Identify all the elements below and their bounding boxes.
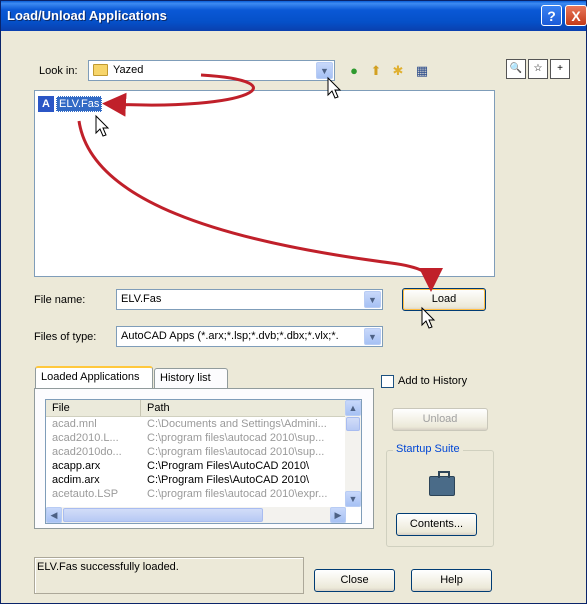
scroll-thumb[interactable] [346,417,360,431]
briefcase-icon[interactable] [429,471,455,496]
file-name-combo[interactable]: ELV.Fas ▼ [116,289,383,310]
horizontal-scrollbar[interactable]: ◀ ▶ [46,507,346,523]
favorites-icon[interactable]: ☆ [528,59,548,79]
loaded-applications-panel: File Path acad.mnl C:\Documents and Sett… [34,388,374,529]
row-file: acad2010do... [52,446,122,458]
contents-button[interactable]: Contents... [396,513,477,536]
row-file: acad.mnl [52,418,97,430]
status-text: ELV.Fas successfully loaded. [37,561,179,573]
table-row[interactable]: acad2010do... C:\program files\autocad 2… [46,446,346,460]
column-header-file[interactable]: File [46,400,141,416]
startup-suite-label: Startup Suite [393,443,463,455]
row-file: acad2010.L... [52,432,119,444]
table-row[interactable]: acad2010.L... C:\program files\autocad 2… [46,432,346,446]
find-icon[interactable]: 🔍 [506,59,526,79]
close-title-button[interactable]: X [565,5,587,26]
help-button[interactable]: Help [411,569,492,592]
help-title-button[interactable]: ? [541,5,562,26]
load-button[interactable]: Load [402,288,486,311]
look-in-combo[interactable]: Yazed ▼ [88,60,335,81]
file-item[interactable]: A ELV.Fas [38,95,103,112]
add-to-history-label: Add to History [398,375,468,387]
tab-loaded-applications[interactable]: Loaded Applications [35,366,153,389]
file-list[interactable]: A ELV.Fas [34,90,495,277]
file-type-combo[interactable]: AutoCAD Apps (*.arx;*.lsp;*.dvb;*.dbx;*.… [116,326,383,347]
chevron-down-icon[interactable]: ▼ [364,328,381,345]
scroll-thumb[interactable] [63,508,263,522]
folder-icon [93,64,108,76]
tab-history-list[interactable]: History list [154,368,228,389]
table-row[interactable]: acdim.arx C:\Program Files\AutoCAD 2010\ [46,474,346,488]
chevron-down-icon[interactable]: ▼ [316,62,333,79]
file-name-label: File name: [34,294,86,306]
window-title: Load/Unload Applications [7,8,167,23]
table-row[interactable]: acetauto.LSP C:\program files\autocad 20… [46,488,346,502]
file-type-value: AutoCAD Apps (*.arx;*.lsp;*.dvb;*.dbx;*.… [121,330,339,342]
cursor-icon [421,306,436,329]
file-type-label: Files of type: [34,331,97,343]
look-in-value: Yazed [113,64,144,76]
row-path: C:\Program Files\AutoCAD 2010\ [147,460,310,472]
load-unload-dialog: Load/Unload Applications ? X Look in: Ya… [0,0,587,604]
row-path: C:\program files\autocad 2010\sup... [147,432,325,444]
title-bar: Load/Unload Applications ? X [1,1,587,31]
add-favorite-icon[interactable]: + [550,59,570,79]
row-path: C:\Documents and Settings\Admini... [147,418,327,430]
row-file: acapp.arx [52,460,101,472]
loaded-apps-list[interactable]: File Path acad.mnl C:\Documents and Sett… [45,399,362,524]
look-in-label: Look in: [39,65,78,77]
scroll-right-icon[interactable]: ▶ [330,507,346,523]
fas-file-icon: A [38,95,54,112]
add-to-history-checkbox[interactable] [381,375,394,388]
back-icon[interactable]: ● [345,62,363,80]
row-path: C:\program files\autocad 2010\expr... [147,488,328,500]
status-bar: ELV.Fas successfully loaded. [34,557,304,594]
table-row[interactable]: acad.mnl C:\Documents and Settings\Admin… [46,418,346,432]
chevron-down-icon[interactable]: ▼ [364,291,381,308]
new-folder-icon[interactable]: ✱ [389,62,407,80]
file-name-value: ELV.Fas [121,293,162,305]
row-path: C:\Program Files\AutoCAD 2010\ [147,474,310,486]
table-row[interactable]: acapp.arx C:\Program Files\AutoCAD 2010\ [46,460,346,474]
scroll-down-icon[interactable]: ▼ [345,491,361,507]
scroll-left-icon[interactable]: ◀ [46,507,62,523]
scroll-up-icon[interactable]: ▲ [345,400,361,416]
file-item-name: ELV.Fas [56,95,103,112]
row-file: acdim.arx [52,474,100,486]
vertical-scrollbar[interactable]: ▲ ▼ [345,400,361,507]
list-header: File Path [46,400,346,417]
unload-button[interactable]: Unload [392,408,488,431]
column-header-path[interactable]: Path [141,400,346,416]
row-file: acetauto.LSP [52,488,119,500]
views-menu-icon[interactable]: ▦ [413,62,431,80]
close-button[interactable]: Close [314,569,395,592]
up-folder-icon[interactable]: ⬆ [367,62,385,80]
row-path: C:\program files\autocad 2010\sup... [147,446,325,458]
